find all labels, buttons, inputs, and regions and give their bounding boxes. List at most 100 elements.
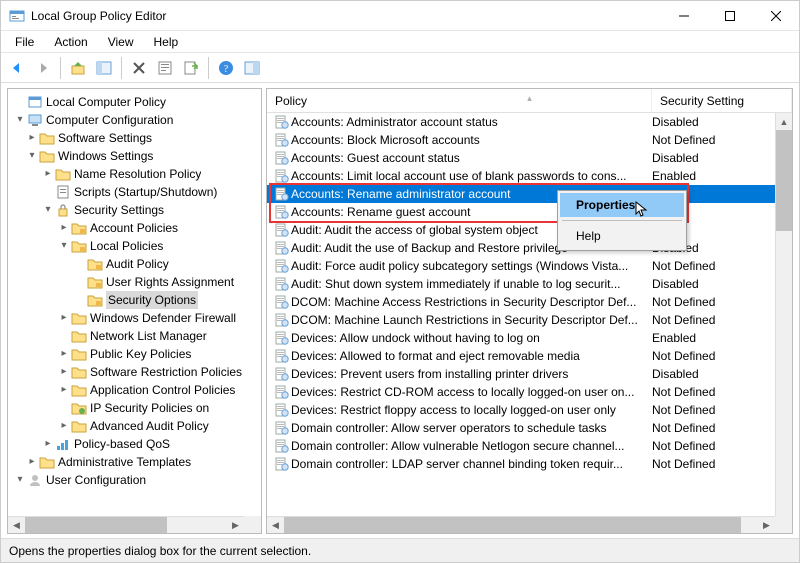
list-row[interactable]: Audit: Force audit policy subcategory se… [267,257,792,275]
column-header-setting[interactable]: Security Setting [652,89,792,112]
expand-icon[interactable]: ▸ [58,417,70,435]
list-row[interactable]: DCOM: Machine Access Restrictions in Sec… [267,293,792,311]
list-row[interactable]: Domain controller: Allow server operator… [267,419,792,437]
folder-icon [71,328,87,344]
expand-icon[interactable]: ▸ [58,345,70,363]
policy-icon [273,366,291,382]
expand-icon[interactable]: ▸ [58,381,70,399]
menu-view[interactable]: View [98,33,144,51]
tree-node-local-policies[interactable]: ▾Local Policies [12,237,261,255]
filter-button[interactable] [240,56,264,80]
help-button[interactable]: ? [214,56,238,80]
list-row[interactable]: Devices: Prevent users from installing p… [267,365,792,383]
scroll-thumb[interactable] [25,517,167,533]
list-row[interactable]: Domain controller: Allow vulnerable Netl… [267,437,792,455]
show-hide-tree-button[interactable] [92,56,116,80]
tree-node-software-restriction[interactable]: ▸Software Restriction Policies [12,363,261,381]
list-row[interactable]: DCOM: Machine Launch Restrictions in Sec… [267,311,792,329]
close-button[interactable] [753,1,799,31]
list-row[interactable]: Accounts: Rename administrator accountat… [267,185,792,203]
tree-node-scripts[interactable]: Scripts (Startup/Shutdown) [12,183,261,201]
tree-node-security-settings[interactable]: ▾Security Settings [12,201,261,219]
expand-icon[interactable]: ▸ [58,219,70,237]
delete-button[interactable] [127,56,151,80]
tree-node-defender-firewall[interactable]: ▸Windows Defender Firewall [12,309,261,327]
list-header: ▴ Policy Security Setting [267,89,792,113]
scroll-thumb[interactable] [284,517,741,533]
expand-icon[interactable]: ▸ [26,129,38,147]
tree-h-scrollbar[interactable]: ◀ ▶ [8,516,244,533]
tree-node-application-control[interactable]: ▸Application Control Policies [12,381,261,399]
scroll-thumb[interactable] [776,130,792,231]
tree-node-root[interactable]: Local Computer Policy [12,93,261,111]
tree-node-network-list[interactable]: Network List Manager [12,327,261,345]
tree-node-user-config[interactable]: ▾User Configuration [12,471,261,489]
policy-icon [273,294,291,310]
list-row[interactable]: Devices: Allowed to format and eject rem… [267,347,792,365]
menu-file[interactable]: File [5,33,44,51]
up-button[interactable] [66,56,90,80]
minimize-button[interactable] [661,1,707,31]
list-row[interactable]: Audit: Audit the use of Backup and Resto… [267,239,792,257]
menu-help[interactable]: Help [144,33,189,51]
context-menu-help[interactable]: Help [560,224,684,248]
tree-node-security-options[interactable]: Security Options [12,291,261,309]
policy-name: Domain controller: Allow server operator… [291,421,652,435]
tree-node-public-key[interactable]: ▸Public Key Policies [12,345,261,363]
list-row[interactable]: Accounts: Block Microsoft accountsNot De… [267,131,792,149]
export-button[interactable] [179,56,203,80]
list-row[interactable]: Audit: Shut down system immediately if u… [267,275,792,293]
tree-node-qos[interactable]: ▸Policy-based QoS [12,435,261,453]
list-row[interactable]: Accounts: Guest account statusDisabled [267,149,792,167]
column-header-policy[interactable]: Policy [267,89,652,112]
collapse-icon[interactable]: ▾ [58,237,70,255]
policy-setting: Not Defined [652,457,792,471]
scroll-up-arrow[interactable]: ▲ [776,113,792,130]
window-title: Local Group Policy Editor [31,9,661,23]
expand-icon[interactable]: ▸ [58,363,70,381]
list-v-scrollbar[interactable]: ▲ [775,113,792,516]
list-row[interactable]: Devices: Allow undock without having to … [267,329,792,347]
list-row[interactable]: Accounts: Limit local account use of bla… [267,167,792,185]
collapse-icon[interactable]: ▾ [26,147,38,165]
forward-button[interactable] [31,56,55,80]
tree-node-audit-policy[interactable]: Audit Policy [12,255,261,273]
list-row[interactable]: Devices: Restrict floppy access to local… [267,401,792,419]
menu-action[interactable]: Action [44,33,97,51]
scroll-left-arrow[interactable]: ◀ [8,517,25,534]
context-menu-properties[interactable]: Properties [560,193,684,217]
tree-node-advanced-audit[interactable]: ▸Advanced Audit Policy [12,417,261,435]
tree-node-user-rights[interactable]: User Rights Assignment [12,273,261,291]
collapse-icon[interactable]: ▾ [14,471,26,489]
expand-icon[interactable]: ▸ [26,453,38,471]
scroll-right-arrow[interactable]: ▶ [227,517,244,534]
list-row[interactable]: Domain controller: LDAP server channel b… [267,455,792,473]
list-row[interactable]: Audit: Audit the access of global system… [267,221,792,239]
column-grip-icon[interactable]: ▴ [527,93,532,104]
properties-button[interactable] [153,56,177,80]
maximize-button[interactable] [707,1,753,31]
expand-icon[interactable]: ▸ [58,309,70,327]
policy-icon [273,168,291,184]
collapse-icon[interactable]: ▾ [42,201,54,219]
list-row[interactable]: Devices: Restrict CD-ROM access to local… [267,383,792,401]
tree-node-software-settings[interactable]: ▸Software Settings [12,129,261,147]
policy-icon [273,438,291,454]
tree-node-account-policies[interactable]: ▸Account Policies [12,219,261,237]
list-h-scrollbar[interactable]: ◀ ▶ [267,516,775,533]
tree-node-name-resolution[interactable]: ▸Name Resolution Policy [12,165,261,183]
expand-icon[interactable]: ▸ [42,435,54,453]
tree-node-windows-settings[interactable]: ▾Windows Settings [12,147,261,165]
expand-icon[interactable]: ▸ [42,165,54,183]
tree-node-computer-config[interactable]: ▾Computer Configuration [12,111,261,129]
scroll-left-arrow[interactable]: ◀ [267,517,284,533]
policy-tree[interactable]: Local Computer Policy ▾Computer Configur… [12,93,261,489]
policy-icon [273,204,291,220]
tree-node-admin-templates[interactable]: ▸Administrative Templates [12,453,261,471]
scroll-right-arrow[interactable]: ▶ [758,517,775,533]
list-row[interactable]: Accounts: Rename guest account [267,203,792,221]
list-row[interactable]: Accounts: Administrator account statusDi… [267,113,792,131]
back-button[interactable] [5,56,29,80]
collapse-icon[interactable]: ▾ [14,111,26,129]
tree-node-ip-security[interactable]: IP Security Policies on [12,399,261,417]
